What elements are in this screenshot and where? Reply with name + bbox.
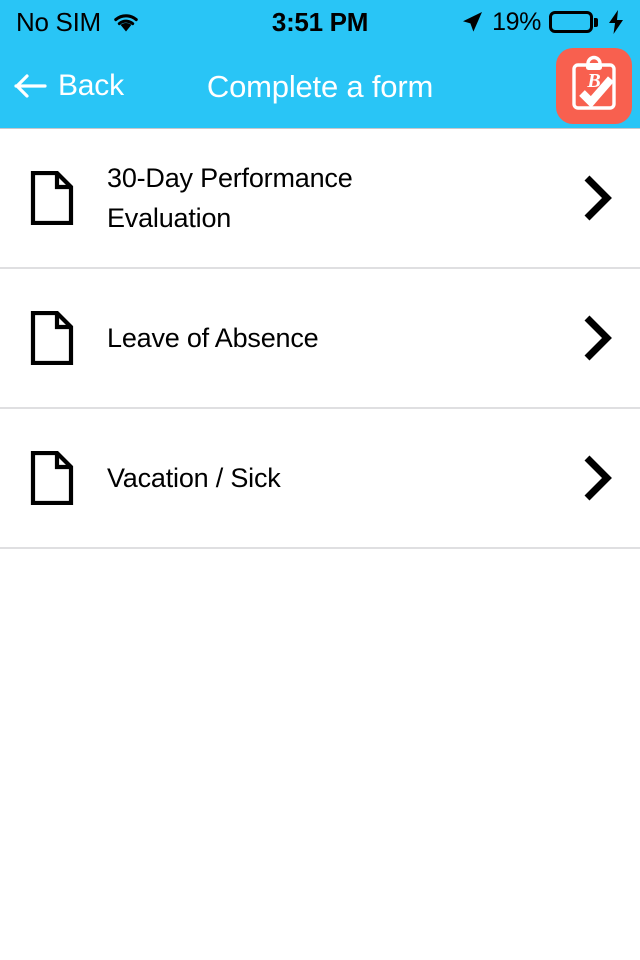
status-bar-left: No SIM	[16, 9, 140, 35]
arrow-left-icon	[14, 73, 48, 99]
document-icon	[30, 171, 84, 225]
navigation-bar: Back Complete a form B	[0, 44, 640, 129]
battery-percent-label: 19%	[492, 7, 541, 36]
list-item-vacation-sick[interactable]: Vacation / Sick	[0, 409, 640, 549]
form-list: 30-Day Performance Evaluation Leave of A…	[0, 129, 640, 549]
list-item-leave-of-absence[interactable]: Leave of Absence	[0, 269, 640, 409]
lightning-bolt-icon	[606, 10, 624, 34]
document-icon	[30, 311, 84, 365]
list-item-30-day-performance-evaluation[interactable]: 30-Day Performance Evaluation	[0, 129, 640, 269]
clock-label: 3:51 PM	[271, 6, 369, 37]
location-arrow-icon	[460, 10, 484, 34]
list-item-label: Vacation / Sick	[107, 463, 281, 493]
app-logo-button[interactable]: B	[556, 48, 632, 124]
list-item-label: Leave of Absence	[107, 323, 319, 353]
status-bar-right: 19%	[460, 7, 624, 36]
carrier-label: No SIM	[16, 7, 101, 37]
app-screen: No SIM 3:51 PM 19% Back Complete a form …	[0, 0, 640, 960]
document-icon	[30, 451, 84, 505]
chevron-right-icon	[576, 315, 618, 361]
chevron-right-icon	[576, 175, 618, 221]
back-button[interactable]: Back	[0, 71, 124, 101]
battery-icon	[549, 11, 598, 33]
chevron-right-icon	[576, 455, 618, 501]
back-button-label: Back	[58, 69, 124, 102]
list-item-label: 30-Day Performance Evaluation	[107, 163, 353, 233]
status-bar: No SIM 3:51 PM 19%	[0, 0, 640, 44]
wifi-icon	[112, 11, 140, 33]
clipboard-check-icon: B	[565, 55, 623, 118]
